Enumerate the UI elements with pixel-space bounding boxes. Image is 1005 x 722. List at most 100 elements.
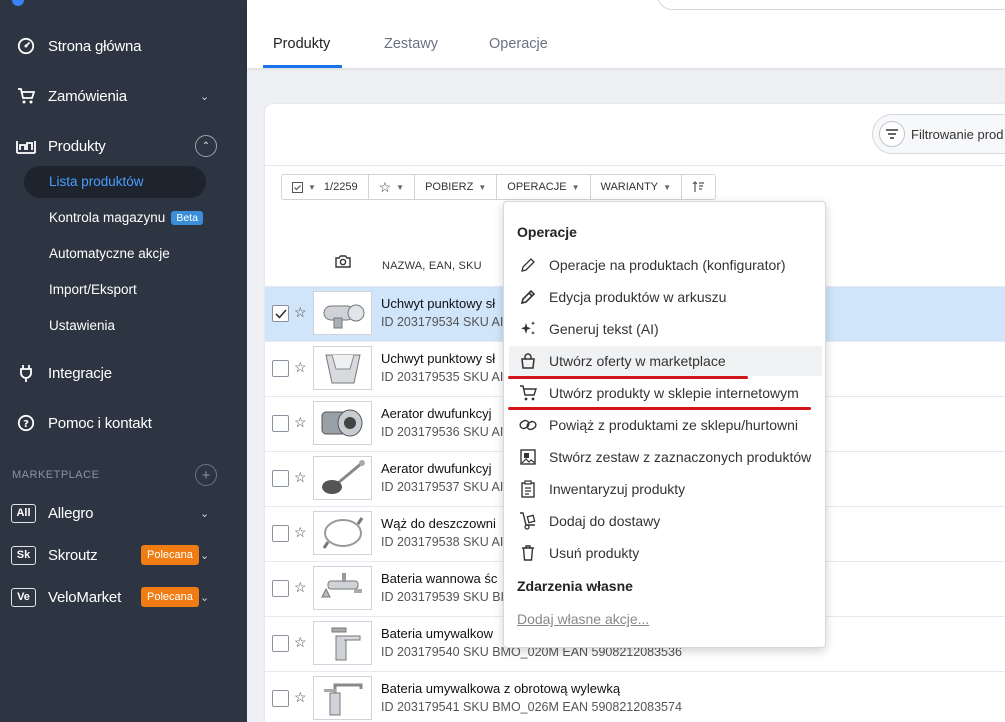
product-name[interactable]: Uchwyt punktowy sł: [381, 296, 495, 311]
sub-item-import-export[interactable]: Import/Eksport: [49, 282, 137, 297]
star-icon[interactable]: ☆: [294, 634, 307, 651]
marketplace-label: Skroutz: [48, 546, 98, 564]
star-icon: ☆: [378, 178, 392, 195]
table-row[interactable]: ☆ Bateria umywalkowa z obrotową wylewką ID…: [265, 671, 1005, 722]
product-name[interactable]: Wąż do deszczowni: [381, 516, 496, 531]
chevron-down-icon: ▼: [663, 182, 672, 192]
select-all-dropdown[interactable]: ▼ 1/2259: [282, 175, 369, 199]
menu-item-configurator[interactable]: Operacje na produktach (konfigurator): [509, 250, 822, 280]
tab-bundles[interactable]: Zestawy: [384, 36, 438, 52]
menu-item-label: Generuj tekst (AI): [549, 321, 659, 337]
menu-item-label: Operacje na produktach (konfigurator): [549, 257, 786, 273]
tab-operations[interactable]: Operacje: [489, 36, 548, 52]
row-checkbox[interactable]: [272, 635, 289, 652]
product-name[interactable]: Bateria wannowa śc: [381, 571, 497, 586]
star-icon[interactable]: ☆: [294, 524, 307, 541]
nav-item-home[interactable]: Strona główna: [0, 28, 247, 64]
divider: [265, 165, 1005, 166]
product-thumbnail[interactable]: [313, 456, 372, 500]
row-checkbox[interactable]: [272, 305, 289, 322]
link-icon: [517, 414, 539, 436]
product-thumbnail[interactable]: [313, 511, 372, 555]
add-custom-actions-link[interactable]: Dodaj własne akcje...: [517, 611, 649, 627]
menu-item-add-to-delivery[interactable]: Dodaj do dostawy: [509, 506, 822, 536]
nav-label: Strona główna: [48, 37, 142, 55]
star-icon[interactable]: ☆: [294, 304, 307, 321]
sort-button[interactable]: [682, 175, 715, 199]
favorite-dropdown[interactable]: ☆ ▼: [369, 175, 416, 199]
top-bar: Produkty Zestawy Operacje: [247, 0, 1005, 68]
search-input[interactable]: [657, 0, 1005, 10]
download-dropdown[interactable]: POBIERZ ▼: [415, 175, 498, 199]
marketplace-item-allegro[interactable]: All Allegro ⌄: [0, 495, 247, 531]
shopping-bag-icon: [517, 350, 539, 372]
menu-item-label: Stwórz zestaw z zaznaczonych produktów: [549, 449, 812, 465]
menu-item-generate-ai[interactable]: Generuj tekst (AI): [509, 314, 822, 344]
dashboard-icon: [16, 36, 36, 56]
nav-label: Integracje: [48, 364, 112, 382]
chevron-down-icon[interactable]: ⌄: [200, 90, 209, 103]
tab-products[interactable]: Produkty: [273, 36, 330, 52]
operations-menu: Operacje Operacje na produktach (konfigu…: [503, 201, 826, 648]
sub-item-settings[interactable]: Ustawienia: [49, 318, 115, 333]
annotation-underline: [508, 376, 748, 379]
star-icon[interactable]: ☆: [294, 689, 307, 706]
column-header-name[interactable]: NAZWA, EAN, SKU: [382, 260, 482, 272]
product-name[interactable]: Aerator dwufunkcyj: [381, 461, 492, 476]
chevron-up-icon[interactable]: ⌃: [195, 135, 217, 157]
product-thumbnail[interactable]: [313, 401, 372, 445]
star-icon[interactable]: ☆: [294, 359, 307, 376]
marketplace-item-velomarket[interactable]: Ve VeloMarket Polecana ⌄: [0, 579, 247, 615]
menu-item-label: Inwentaryzuj produkty: [549, 481, 686, 497]
product-thumbnail[interactable]: [313, 566, 372, 610]
operations-label: OPERACJE: [507, 181, 567, 193]
row-checkbox[interactable]: [272, 525, 289, 542]
chevron-down-icon[interactable]: ⌄: [200, 507, 209, 520]
product-thumbnail[interactable]: [313, 621, 372, 665]
operations-dropdown[interactable]: OPERACJE ▼: [497, 175, 591, 199]
menu-item-label: Edycja produktów w arkuszu: [549, 289, 727, 305]
row-checkbox[interactable]: [272, 415, 289, 432]
star-icon[interactable]: ☆: [294, 469, 307, 486]
menu-item-inventory[interactable]: Inwentaryzuj produkty: [509, 474, 822, 504]
nav-item-products[interactable]: Produkty ⌃: [0, 128, 247, 164]
menu-item-create-shop-products[interactable]: Utwórz produkty w sklepie internetowym: [509, 378, 822, 408]
menu-item-sheet-edit[interactable]: Edycja produktów w arkuszu: [509, 282, 822, 312]
product-name[interactable]: Bateria umywalkowa z obrotową wylewką: [381, 681, 620, 696]
chevron-down-icon[interactable]: ⌄: [200, 549, 209, 562]
product-name[interactable]: Uchwyt punktowy sł: [381, 351, 495, 366]
filter-button[interactable]: Filtrowanie prod: [872, 114, 1005, 154]
product-id: ID 203179538 SKU AI: [381, 535, 504, 549]
sub-item-stock-control[interactable]: Kontrola magazynu Beta: [49, 210, 203, 225]
marketplace-label: VeloMarket: [48, 588, 122, 606]
sub-item-auto-actions[interactable]: Automatyczne akcje: [49, 246, 170, 261]
menu-item-delete-products[interactable]: Usuń produkty: [509, 538, 822, 568]
variants-dropdown[interactable]: WARIANTY ▼: [591, 175, 683, 199]
nav-item-help[interactable]: ? Pomoc i kontakt: [0, 405, 247, 441]
add-marketplace-icon[interactable]: +: [195, 464, 217, 486]
product-id: ID 203179541 SKU BMO_026M EAN 5908212083…: [381, 700, 682, 714]
marketplace-item-skroutz[interactable]: Sk Skroutz Polecana ⌄: [0, 537, 247, 573]
nav-item-integrations[interactable]: Integracje: [0, 355, 247, 391]
row-checkbox[interactable]: [272, 360, 289, 377]
product-name[interactable]: Aerator dwufunkcyj: [381, 406, 492, 421]
product-thumbnail[interactable]: [313, 291, 372, 335]
nav-item-orders[interactable]: Zamówienia ⌄: [0, 78, 247, 114]
menu-item-label: Dodaj do dostawy: [549, 513, 661, 529]
menu-item-create-bundle[interactable]: Stwórz zestaw z zaznaczonych produktów: [509, 442, 822, 472]
row-checkbox[interactable]: [272, 470, 289, 487]
row-checkbox[interactable]: [272, 580, 289, 597]
product-thumbnail[interactable]: [313, 676, 372, 720]
star-icon[interactable]: ☆: [294, 414, 307, 431]
product-thumbnail[interactable]: [313, 346, 372, 390]
cart-icon: [16, 86, 36, 106]
row-checkbox[interactable]: [272, 690, 289, 707]
star-icon[interactable]: ☆: [294, 579, 307, 596]
chevron-down-icon: ▼: [478, 182, 487, 192]
product-name[interactable]: Bateria umywalkow: [381, 626, 493, 641]
chevron-down-icon[interactable]: ⌄: [200, 591, 209, 604]
menu-item-link-products[interactable]: Powiąż z produktami ze sklepu/hurtowni: [509, 410, 822, 440]
menu-item-create-offers[interactable]: Utwórz oferty w marketplace: [509, 346, 822, 376]
sub-item-product-list[interactable]: Lista produktów: [49, 174, 144, 189]
product-id: ID 203179536 SKU AI: [381, 425, 504, 439]
